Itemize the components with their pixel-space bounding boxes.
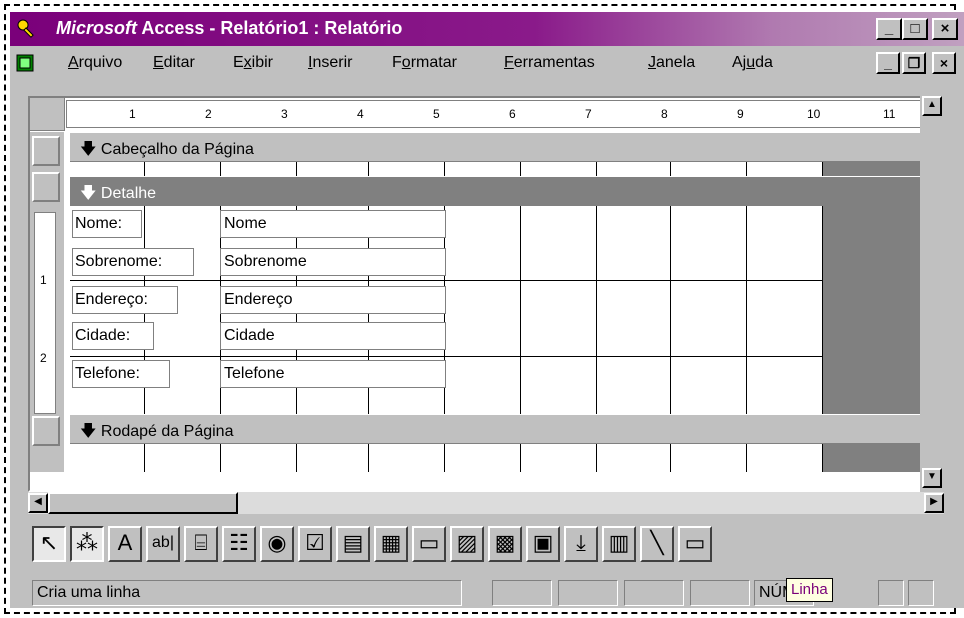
grid-line — [70, 280, 822, 281]
vertical-scrollbar[interactable]: ▲ ▼ — [920, 96, 944, 492]
access-key-icon — [17, 19, 34, 38]
menu-janela[interactable]: Janela — [648, 54, 695, 72]
check-box-tool[interactable]: ☑ — [298, 526, 332, 562]
textbox-sobrenome[interactable]: Sobrenome — [220, 248, 446, 276]
horizontal-scrollbar[interactable]: ◀ ▶ — [28, 492, 944, 514]
ruler-number: 5 — [433, 107, 440, 121]
ruler-number: 1 — [129, 107, 136, 121]
combo-box-tool[interactable]: ▤ — [336, 526, 370, 562]
label-tool[interactable]: A — [108, 526, 142, 562]
ruler-number: 8 — [661, 107, 668, 121]
title-brand: Microsoft — [56, 18, 137, 38]
menu-inserir[interactable]: Inserir — [308, 54, 352, 72]
menu-exibir[interactable]: Exibir — [233, 54, 273, 72]
vertical-ruler[interactable]: 1 2 — [34, 212, 56, 414]
menu-arquivo[interactable]: Arquivo — [68, 54, 122, 72]
select-objects-tool[interactable]: ↖ — [32, 526, 66, 562]
page-footer-section-bar[interactable]: 🡇︎ Rodapé da Página — [70, 414, 944, 444]
label-sobrenome[interactable]: Sobrenome: — [72, 248, 194, 276]
section-selector-bar: 1 2 — [30, 132, 64, 472]
status-panel — [908, 580, 934, 606]
header-section-selector[interactable] — [32, 136, 60, 166]
title-bar[interactable]: Microsoft Access - Relatório1 : Relatóri… — [10, 12, 964, 46]
toggle-button-tool[interactable]: ☷ — [222, 526, 256, 562]
detail-section-selector[interactable] — [32, 172, 60, 202]
toolbox: ↖ ⁂ Aab| ⌸ ☷ ◉ ☑ ▤ ▦ ▭ ▨ ▩ ▣ ⤓ ▥ ╲ ▭ — [28, 526, 928, 570]
minimize-button[interactable]: _ — [876, 18, 902, 40]
status-panel — [878, 580, 904, 606]
textbox-cidade[interactable]: Cidade — [220, 322, 446, 350]
section-arrow-icon: 🡇︎ — [80, 185, 97, 202]
page-header-section-bar[interactable]: 🡇︎ Cabeçalho da Página — [70, 132, 944, 162]
line-tool[interactable]: ╲ — [640, 526, 674, 562]
status-panel — [492, 580, 552, 606]
ruler-number: 9 — [737, 107, 744, 121]
label-telefone[interactable]: Telefone: — [72, 360, 170, 388]
page-header-label: Cabeçalho da Página — [100, 141, 254, 158]
ruler-number: 11 — [883, 107, 896, 121]
menu-formatar[interactable]: Formatar — [392, 54, 457, 72]
status-panel — [624, 580, 684, 606]
doc-minimize-button[interactable]: _ — [876, 52, 900, 74]
textbox-nome[interactable]: Nome — [220, 210, 446, 238]
ruler-number: 7 — [585, 107, 592, 121]
menu-editar[interactable]: Editar — [153, 54, 195, 72]
control-wizards-tool[interactable]: ⁂ — [70, 526, 104, 562]
doc-close-button[interactable]: × — [932, 52, 956, 74]
ruler-number: 3 — [281, 107, 288, 121]
ruler-number: 2 — [40, 351, 47, 365]
tab-control-tool[interactable]: ▥ — [602, 526, 636, 562]
title-text: Access - Relatório1 : Relatório — [137, 18, 403, 38]
ruler-number: 6 — [509, 107, 516, 121]
scroll-up-arrow-icon[interactable]: ▲ — [922, 96, 942, 116]
detail-section-bar[interactable]: 🡇︎ Detalhe — [70, 176, 944, 206]
page-break-tool[interactable]: ⤓ — [564, 526, 598, 562]
text-box-tool[interactable]: ab| — [146, 526, 180, 562]
image-tool[interactable]: ▨ — [450, 526, 484, 562]
status-panel — [558, 580, 618, 606]
report-design-area: 1 2 3 4 5 6 7 8 9 10 11 1 2 🡇︎ Cabeçalho… — [28, 96, 944, 492]
textbox-endereco[interactable]: Endereço — [220, 286, 446, 314]
rectangle-tool[interactable]: ▭ — [678, 526, 712, 562]
window-title: Microsoft Access - Relatório1 : Relatóri… — [56, 18, 402, 39]
menu-ajuda[interactable]: Ajuda — [732, 54, 773, 72]
maximize-button[interactable]: □ — [902, 18, 928, 40]
ruler-number: 2 — [205, 107, 212, 121]
page-footer-label: Rodapé da Página — [100, 423, 234, 440]
bound-object-frame-tool[interactable]: ▣ — [526, 526, 560, 562]
ruler-number: 1 — [40, 273, 47, 287]
detail-label: Detalhe — [100, 185, 157, 202]
ruler-number: 10 — [807, 107, 821, 121]
grid-line — [70, 356, 822, 357]
menu-ferramentas[interactable]: Ferramentas — [504, 54, 595, 72]
label-cidade[interactable]: Cidade: — [72, 322, 154, 350]
close-button[interactable]: × — [932, 18, 958, 40]
label-nome[interactable]: Nome: — [72, 210, 142, 238]
section-arrow-icon: 🡇︎ — [80, 141, 97, 158]
textbox-telefone[interactable]: Telefone — [220, 360, 446, 388]
label-endereco[interactable]: Endereço: — [72, 286, 178, 314]
section-arrow-icon: 🡇︎ — [80, 423, 97, 440]
menu-bar: Arquivo Editar Exibir Inserir Formatar F… — [10, 46, 964, 80]
option-button-tool[interactable]: ◉ — [260, 526, 294, 562]
report-canvas: 🡇︎ Cabeçalho da Página 🡇︎ Detalhe 🡇︎ Rod… — [70, 132, 944, 472]
status-panel — [690, 580, 750, 606]
scroll-right-arrow-icon[interactable]: ▶ — [924, 493, 944, 513]
command-button-tool[interactable]: ▭ — [412, 526, 446, 562]
doc-restore-button[interactable]: ❐ — [902, 52, 926, 74]
report-document-icon[interactable] — [16, 54, 34, 72]
access-window: Microsoft Access - Relatório1 : Relatóri… — [10, 12, 964, 608]
ruler-number: 4 — [357, 107, 364, 121]
ruler-corner[interactable] — [30, 98, 65, 131]
status-message: Cria uma linha — [32, 580, 462, 606]
scroll-down-arrow-icon[interactable]: ▼ — [922, 468, 942, 488]
horizontal-scroll-thumb[interactable] — [48, 492, 238, 514]
tooltip-linha: Linha — [786, 578, 833, 602]
horizontal-ruler[interactable]: 1 2 3 4 5 6 7 8 9 10 11 — [66, 100, 938, 128]
option-group-tool[interactable]: ⌸ — [184, 526, 218, 562]
list-box-tool[interactable]: ▦ — [374, 526, 408, 562]
footer-section-selector[interactable] — [32, 416, 60, 446]
scroll-left-arrow-icon[interactable]: ◀ — [28, 493, 48, 513]
unbound-object-frame-tool[interactable]: ▩ — [488, 526, 522, 562]
